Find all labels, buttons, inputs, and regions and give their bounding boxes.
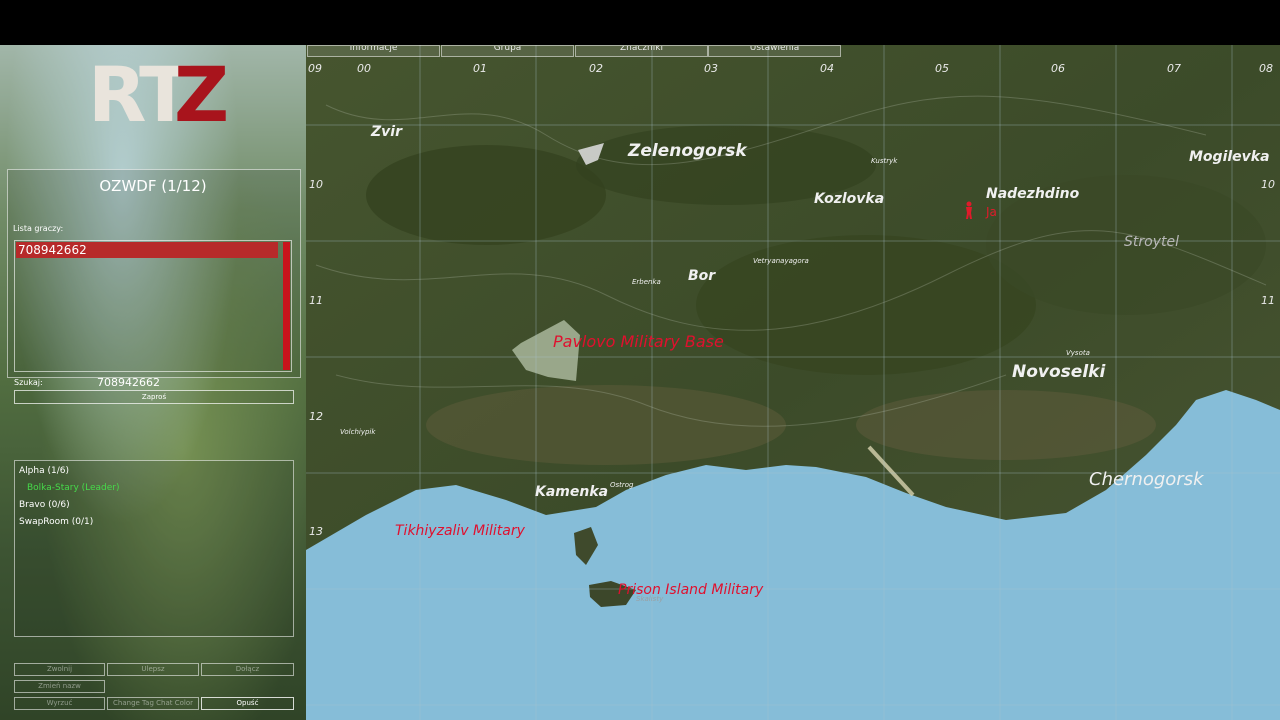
player-marker-label: Ja: [986, 205, 997, 219]
grid-col-label: 06: [1051, 62, 1065, 75]
squad-bravo[interactable]: Bravo (0/6): [19, 500, 70, 510]
player-list-scrollbar[interactable]: [283, 242, 290, 370]
kick-button[interactable]: Wyrzuć: [14, 697, 105, 710]
players-label: Lista graczy:: [13, 224, 64, 233]
military-pavlovo[interactable]: Pavlovo Military Base: [553, 332, 724, 351]
grid-row-label: 13: [309, 525, 323, 538]
town-vysota[interactable]: Vysota: [1066, 349, 1090, 357]
tab-informacje[interactable]: Informacje: [307, 45, 440, 57]
leave-button[interactable]: Opuść: [201, 697, 294, 710]
grid-col-label: 02: [589, 62, 603, 75]
tab-znaczniki[interactable]: Znaczniki: [575, 45, 708, 57]
military-tikhiyzaliv[interactable]: Tikhiyzaliv Military: [395, 523, 525, 539]
tab-ustawienia[interactable]: Ustawienia: [708, 45, 841, 57]
town-vetryanayagora[interactable]: Vetryanayagora: [753, 257, 809, 265]
town-erbenka[interactable]: Erbenka: [632, 278, 661, 286]
squad-swaproom[interactable]: SwapRoom (0/1): [19, 517, 93, 527]
town-volchiypik[interactable]: Volchiypik: [340, 428, 375, 436]
town-mogilevka[interactable]: Mogilevka: [1189, 149, 1270, 165]
invite-button[interactable]: Zaproś: [14, 390, 294, 404]
town-chernogorsk[interactable]: Chernogorsk: [1089, 469, 1204, 490]
search-input[interactable]: 708942662: [97, 376, 160, 389]
grid-col-label: 04: [820, 62, 834, 75]
tab-grupa[interactable]: Grupa: [441, 45, 574, 57]
grid-col-label: 03: [704, 62, 718, 75]
player-list[interactable]: [14, 240, 292, 372]
map-canvas: [306, 45, 1280, 720]
town-stroytel[interactable]: Stroytel: [1124, 234, 1179, 250]
grid-col-label: 08: [1259, 62, 1273, 75]
grid-col-label: 05: [935, 62, 949, 75]
change-tag-color-button[interactable]: Change Tag Chat Color: [107, 697, 199, 710]
grid-row-label: 10: [1261, 178, 1275, 191]
grid-row-label: 11: [1261, 294, 1275, 307]
squad-alpha[interactable]: Alpha (1/6): [19, 466, 69, 476]
search-label: Szukaj:: [14, 378, 43, 387]
grid-col-label: 09: [308, 62, 322, 75]
squad-member-leader[interactable]: Bolka-Stary (Leader): [27, 483, 120, 493]
town-kamenka[interactable]: Kamenka: [535, 484, 608, 500]
grid-row-label: 10: [309, 178, 323, 191]
logo-rt: RT: [88, 50, 191, 139]
town-bor[interactable]: Bor: [688, 268, 715, 284]
join-button[interactable]: Dołącz: [201, 663, 294, 676]
town-kozlovka[interactable]: Kozlovka: [814, 191, 884, 207]
military-prison-island[interactable]: Prison Island Military: [618, 582, 763, 598]
player-list-item[interactable]: 708942662: [16, 242, 278, 258]
logo-z: Z: [174, 50, 230, 139]
top-black-bar: [0, 0, 1280, 45]
upgrade-button[interactable]: Ulepsz: [107, 663, 199, 676]
town-zvir[interactable]: Zvir: [371, 124, 402, 140]
town-kustryk[interactable]: Kustryk: [871, 157, 897, 165]
grid-col-label: 01: [473, 62, 487, 75]
grid-col-label: 00: [357, 62, 371, 75]
group-title: OZWDF (1/12): [99, 177, 207, 195]
town-zelenogorsk[interactable]: Zelenogorsk: [628, 141, 747, 161]
town-ostrog[interactable]: Ostrog: [610, 481, 634, 489]
rtz-logo: RT Z: [88, 50, 229, 139]
grid-row-label: 11: [309, 294, 323, 307]
town-novoselki[interactable]: Novoselki: [1012, 362, 1105, 382]
town-nadezhdino[interactable]: Nadezhdino: [986, 186, 1079, 202]
release-button[interactable]: Zwolnij: [14, 663, 105, 676]
grid-col-label: 07: [1167, 62, 1181, 75]
player-marker-icon[interactable]: [965, 201, 973, 219]
rename-button[interactable]: Zmień nazw: [14, 680, 105, 693]
grid-row-label: 12: [309, 410, 323, 423]
map-view[interactable]: [306, 45, 1280, 720]
